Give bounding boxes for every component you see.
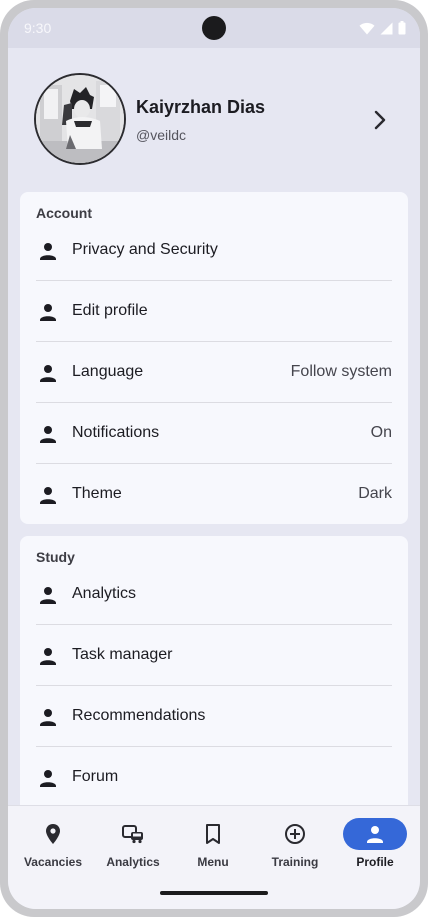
- nav-label: Profile: [356, 855, 394, 869]
- row-value: On: [370, 424, 392, 441]
- nav-label: Analytics: [106, 855, 160, 869]
- nav-item-vacancies[interactable]: Vacancies: [12, 806, 94, 876]
- person-icon: [40, 304, 56, 321]
- person-icon: [40, 365, 56, 382]
- location-pin-icon: [46, 824, 60, 844]
- settings-row-recommendations[interactable]: Recommendations: [36, 686, 392, 747]
- home-indicator[interactable]: [160, 891, 268, 895]
- person-icon: [40, 648, 56, 665]
- settings-row-privacy[interactable]: Privacy and Security: [36, 220, 392, 281]
- account-section-title: Account: [36, 205, 92, 221]
- camera-cutout: [202, 16, 226, 40]
- person-icon: [40, 426, 56, 443]
- study-section-title: Study: [36, 549, 75, 565]
- settings-row-edit-profile[interactable]: Edit profile: [36, 281, 392, 342]
- status-icons: [359, 21, 406, 35]
- row-label: Theme: [72, 485, 122, 502]
- bottom-navigation: Vacancies Analytics Menu Training Profil: [8, 805, 420, 909]
- settings-row-task-manager[interactable]: Task manager: [36, 625, 392, 686]
- row-value: Dark: [358, 485, 392, 502]
- person-icon: [40, 709, 56, 726]
- avatar[interactable]: [34, 73, 126, 165]
- settings-row-language[interactable]: Language Follow system: [36, 342, 392, 403]
- nav-item-profile[interactable]: Profile: [334, 806, 416, 876]
- study-section: Study Analytics Task manager Recommendat…: [20, 536, 408, 836]
- add-circle-icon: [285, 824, 305, 844]
- person-icon: [40, 243, 56, 260]
- wifi-icon: [359, 22, 375, 34]
- settings-row-analytics[interactable]: Analytics: [36, 564, 392, 625]
- settings-row-notifications[interactable]: Notifications On: [36, 403, 392, 464]
- row-label: Edit profile: [72, 302, 148, 319]
- person-icon: [40, 770, 56, 787]
- nav-item-training[interactable]: Training: [254, 806, 336, 876]
- screen: 9:30 Kaiyrzhan Dias @veildc Account Priv…: [8, 8, 420, 909]
- nav-item-menu[interactable]: Menu: [172, 806, 254, 876]
- profile-header[interactable]: Kaiyrzhan Dias @veildc: [8, 48, 420, 188]
- row-label: Recommendations: [72, 707, 206, 724]
- person-icon: [40, 487, 56, 504]
- row-label: Language: [72, 363, 144, 380]
- nav-item-analytics[interactable]: Analytics: [92, 806, 174, 876]
- bookmark-icon: [206, 824, 220, 844]
- person-icon: [367, 826, 383, 843]
- person-icon: [40, 587, 56, 604]
- avatar-image: [36, 75, 124, 163]
- row-label: Privacy and Security: [72, 241, 218, 258]
- status-bar: 9:30: [8, 8, 420, 48]
- profile-handle: @veildc: [136, 127, 187, 143]
- device-frame: 9:30 Kaiyrzhan Dias @veildc Account Priv…: [0, 0, 428, 917]
- account-section: Account Privacy and Security Edit profil…: [20, 192, 408, 524]
- nav-label: Vacancies: [23, 855, 83, 869]
- nav-label: Training: [271, 855, 319, 869]
- status-time: 9:30: [24, 20, 52, 36]
- row-label: Analytics: [72, 585, 137, 602]
- chevron-right-icon[interactable]: [368, 108, 392, 132]
- nav-label: Menu: [197, 855, 229, 869]
- cellular-icon: [380, 22, 393, 34]
- settings-row-forum[interactable]: Forum: [36, 747, 392, 808]
- row-label: Task manager: [72, 646, 173, 663]
- row-label: Notifications: [72, 424, 160, 441]
- row-value: Follow system: [290, 363, 392, 380]
- profile-name: Kaiyrzhan Dias: [136, 97, 266, 117]
- vehicles-icon: [122, 825, 143, 844]
- row-label: Forum: [72, 768, 119, 785]
- battery-icon: [398, 21, 406, 35]
- settings-row-theme[interactable]: Theme Dark: [36, 464, 392, 525]
